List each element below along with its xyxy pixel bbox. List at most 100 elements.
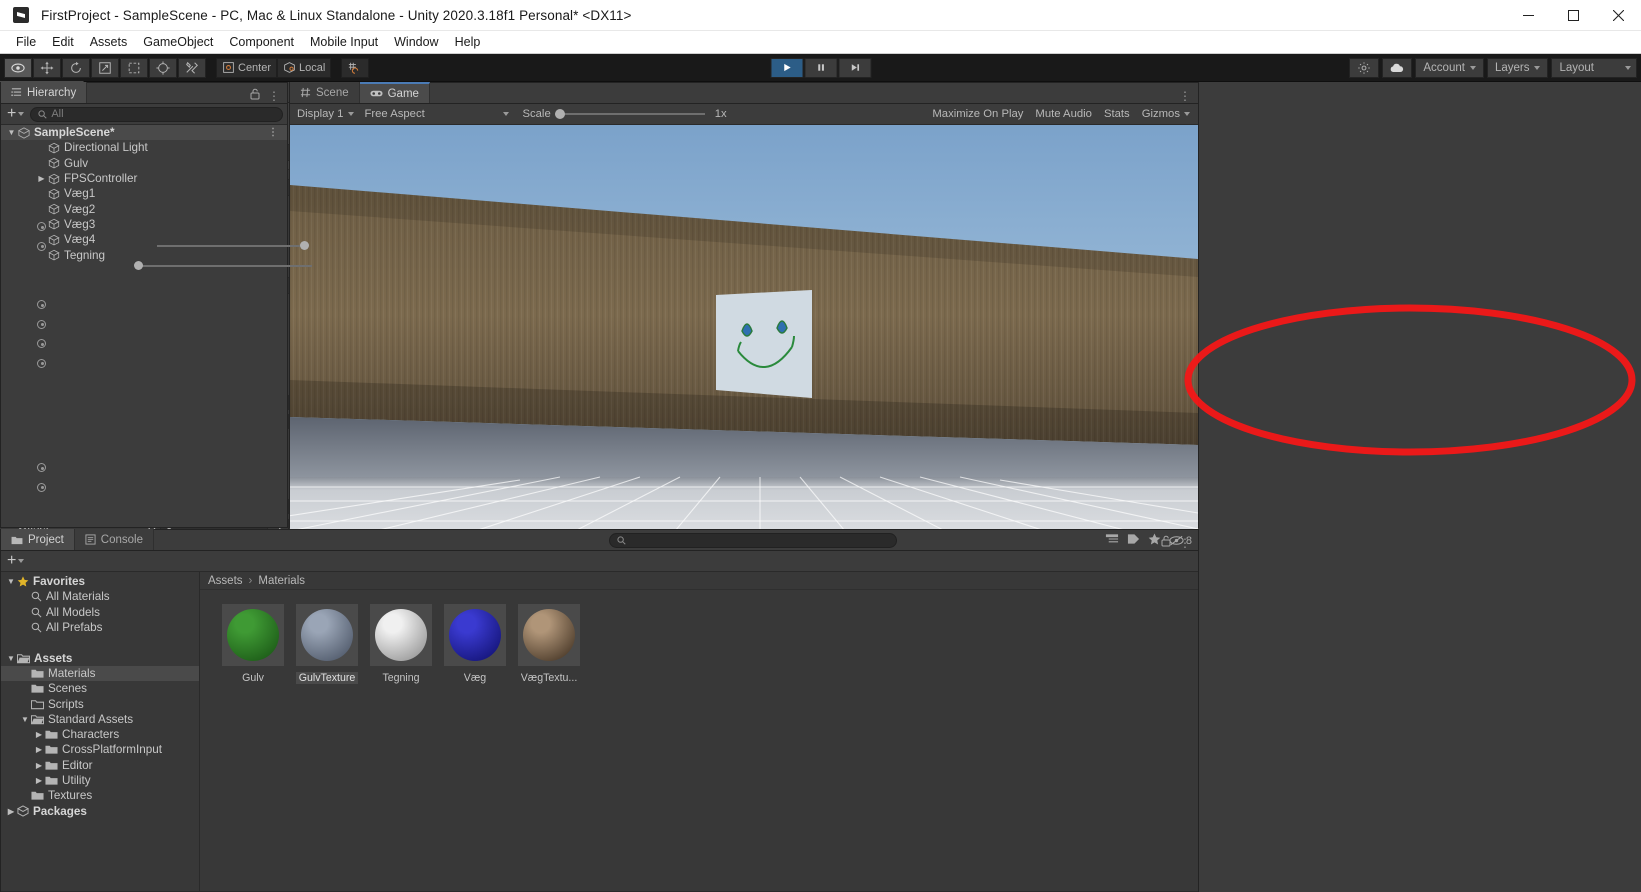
asset-item[interactable]: GulvTexture: [295, 604, 359, 684]
search-by-type-icon[interactable]: [1105, 533, 1119, 548]
menu-component[interactable]: Component: [221, 33, 302, 51]
create-object-button[interactable]: +: [5, 106, 26, 122]
hierarchy-item[interactable]: ▶ FPSController: [1, 171, 287, 186]
project-tree-item[interactable]: Textures: [1, 788, 199, 803]
hierarchy-item[interactable]: Væg1: [1, 186, 287, 201]
project-tree-item[interactable]: All Prefabs: [1, 620, 199, 635]
menu-assets[interactable]: Assets: [82, 33, 136, 51]
hand-tool-button[interactable]: [4, 57, 32, 78]
scale-slider-knob[interactable]: [554, 109, 565, 119]
project-tree-item[interactable]: ▼ Assets: [1, 650, 199, 665]
chevron-down-icon[interactable]: ▼: [19, 715, 31, 724]
asset-thumbnail[interactable]: [370, 604, 432, 666]
close-button[interactable]: [1596, 0, 1641, 31]
scale-slider[interactable]: [554, 109, 705, 119]
hidden-packages-icon[interactable]: 8: [1169, 535, 1192, 547]
layers-dropdown[interactable]: Layers: [1486, 57, 1549, 78]
minimize-button[interactable]: [1506, 0, 1551, 31]
breadcrumb-assets[interactable]: Assets: [208, 575, 243, 587]
detail-mask-toggle-icon[interactable]: [37, 358, 46, 368]
menu-file[interactable]: File: [8, 33, 44, 51]
tab-scene[interactable]: Scene: [290, 82, 360, 103]
move-tool-button[interactable]: [33, 57, 61, 78]
lock-icon[interactable]: [250, 88, 260, 103]
create-asset-button[interactable]: +: [5, 553, 26, 569]
chevron-down-icon[interactable]: ▼: [5, 128, 18, 137]
tab-console[interactable]: Console: [74, 529, 154, 550]
aspect-dropdown[interactable]: Free Aspect: [359, 106, 514, 123]
project-tree-item[interactable]: All Materials: [1, 589, 199, 604]
favorite-star-icon[interactable]: [1148, 533, 1161, 548]
pivot-rotation-button[interactable]: Local: [277, 57, 332, 78]
grid-snap-icon[interactable]: [341, 57, 370, 78]
height-map-toggle-icon[interactable]: [37, 319, 46, 329]
account-dropdown[interactable]: Account: [1415, 57, 1484, 78]
hierarchy-item[interactable]: Directional Light: [1, 140, 287, 155]
hierarchy-menu-icon[interactable]: ⋮: [268, 89, 280, 103]
step-button[interactable]: [838, 57, 871, 78]
asset-thumbnail[interactable]: [296, 604, 358, 666]
smoothness-slider-knob[interactable]: [134, 260, 143, 270]
stats-toggle[interactable]: Stats: [1098, 105, 1136, 123]
hierarchy-item[interactable]: Væg2: [1, 201, 287, 216]
hierarchy-search-input[interactable]: All: [30, 106, 283, 122]
layout-dropdown[interactable]: Layout: [1551, 57, 1637, 78]
tab-hierarchy[interactable]: Hierarchy: [1, 82, 88, 103]
project-tree-item[interactable]: ▼ Favorites: [1, 574, 199, 589]
menu-gameobject[interactable]: GameObject: [135, 33, 221, 51]
metallic-slider-knob[interactable]: [299, 241, 309, 251]
menu-edit[interactable]: Edit: [44, 33, 82, 51]
asset-item[interactable]: Gulv: [222, 604, 284, 684]
asset-item[interactable]: Tegning: [370, 604, 432, 684]
project-tree-item[interactable]: ▼ Standard Assets: [1, 712, 199, 727]
metallic-toggle-icon[interactable]: [37, 241, 46, 251]
pivot-mode-button[interactable]: Center: [216, 57, 278, 78]
chevron-right-icon[interactable]: ▶: [5, 807, 17, 816]
maximize-on-play-toggle[interactable]: Maximize On Play: [926, 105, 1029, 123]
chevron-down-icon[interactable]: ▼: [5, 577, 17, 586]
gizmos-dropdown[interactable]: Gizmos: [1136, 105, 1196, 123]
rotate-tool-button[interactable]: [62, 57, 90, 78]
chevron-down-icon[interactable]: ▼: [5, 654, 17, 663]
hierarchy-item[interactable]: Gulv: [1, 156, 287, 171]
pause-button[interactable]: [804, 57, 837, 78]
smoothness-slider[interactable]: [134, 260, 312, 270]
services-icon[interactable]: [1349, 57, 1380, 78]
game-render-canvas[interactable]: [290, 125, 1198, 548]
tab-game[interactable]: Game: [359, 82, 430, 103]
maximize-button[interactable]: [1551, 0, 1596, 31]
custom-tool-button[interactable]: [178, 57, 206, 78]
asset-thumbnail[interactable]: [444, 604, 506, 666]
secondary-normal-toggle-icon[interactable]: [37, 482, 46, 492]
project-tree-item[interactable]: ▶ Editor: [1, 758, 199, 773]
cloud-icon[interactable]: [1382, 57, 1413, 78]
scene-menu-icon[interactable]: ⋮: [268, 127, 287, 138]
chevron-right-icon[interactable]: ▶: [35, 174, 48, 183]
chevron-right-icon[interactable]: ▶: [33, 761, 45, 770]
asset-thumbnail[interactable]: [222, 604, 284, 666]
hierarchy-scene-row[interactable]: ▼ SampleScene* ⋮: [1, 125, 287, 141]
project-tree-item[interactable]: Scripts: [1, 696, 199, 711]
breadcrumb-materials[interactable]: Materials: [258, 575, 305, 587]
project-tree-item[interactable]: Scenes: [1, 681, 199, 696]
project-tree-item[interactable]: ▶ Characters: [1, 727, 199, 742]
gameview-menu-icon[interactable]: ⋮: [1179, 89, 1191, 103]
project-tree-item[interactable]: ▶ Utility: [1, 773, 199, 788]
mute-audio-toggle[interactable]: Mute Audio: [1029, 105, 1098, 123]
asset-thumbnail[interactable]: [518, 604, 580, 666]
display-dropdown[interactable]: Display 1: [292, 106, 359, 123]
tab-project[interactable]: Project: [1, 529, 75, 550]
asset-item[interactable]: Væg: [444, 604, 506, 684]
search-by-label-icon[interactable]: [1127, 533, 1140, 548]
chevron-right-icon[interactable]: ▶: [33, 745, 45, 754]
play-button[interactable]: [770, 57, 803, 78]
project-tree-item[interactable]: ▶ Packages: [1, 803, 199, 818]
menu-mobile-input[interactable]: Mobile Input: [302, 33, 386, 51]
menu-help[interactable]: Help: [447, 33, 489, 51]
transform-tool-button[interactable]: [149, 57, 177, 78]
chevron-right-icon[interactable]: ▶: [33, 730, 45, 739]
scale-tool-button[interactable]: [91, 57, 119, 78]
rect-tool-button[interactable]: [120, 57, 148, 78]
project-tree-item[interactable]: ▶ CrossPlatformInput: [1, 742, 199, 757]
project-tree-item[interactable]: All Models: [1, 605, 199, 620]
